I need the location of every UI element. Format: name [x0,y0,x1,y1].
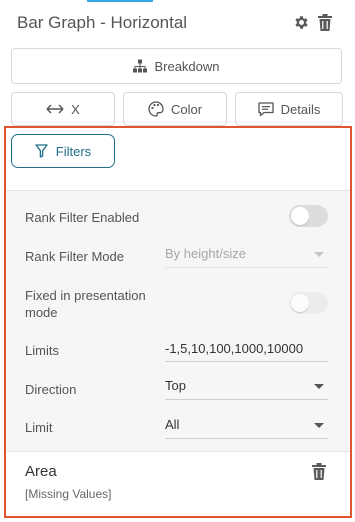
toggle-knob [291,207,309,225]
direction-select[interactable]: Top [165,375,328,400]
details-button[interactable]: Details [235,92,343,126]
chevron-down-icon [314,252,324,257]
panel-header: Bar Graph - Horizontal [17,12,337,34]
limit-select[interactable]: All [165,414,328,439]
trash-icon[interactable] [312,463,326,480]
breakdown-label: Breakdown [154,58,220,74]
limits-input[interactable] [165,337,325,359]
color-label: Color [170,101,203,117]
active-tab-indicator [87,0,153,2]
direction-label: Direction [25,382,77,397]
limits-label: Limits [25,343,59,358]
fixed-presentation-label-line2: mode [25,305,58,320]
area-subtitle: [Missing Values] [25,487,112,501]
details-label: Details [280,101,321,117]
limit-value: All [165,417,180,432]
gear-icon[interactable] [293,14,310,31]
x-axis-button[interactable]: X [11,92,115,126]
filters-section [6,190,350,452]
trash-icon[interactable] [318,14,332,31]
filter-icon [35,144,48,158]
horizontal-arrows-icon [46,104,64,114]
toggle-knob [291,294,309,312]
settings-panel: Bar Graph - Horizontal Breakdown X Color… [0,0,355,522]
color-button[interactable]: Color [123,92,227,126]
area-title: Area [25,463,57,480]
rank-filter-mode-select[interactable]: By height/size [165,243,328,268]
breakdown-button[interactable]: Breakdown [11,48,342,84]
filters-button[interactable]: Filters [11,134,115,168]
filters-label: Filters [55,143,92,159]
palette-icon [148,101,164,117]
rank-filter-mode-value: By height/size [165,246,246,261]
panel-title: Bar Graph - Horizontal [17,13,188,32]
rank-filter-enabled-label: Rank Filter Enabled [25,210,140,225]
rank-filter-mode-label: Rank Filter Mode [25,249,124,264]
hierarchy-icon [133,59,148,73]
x-axis-label: X [71,101,80,117]
fixed-presentation-label-line1: Fixed in presentation [25,288,146,303]
limits-field[interactable] [165,337,328,362]
rank-filter-enabled-toggle[interactable] [289,205,328,227]
comment-icon [257,101,274,116]
chevron-down-icon [314,423,324,428]
fixed-presentation-toggle[interactable] [289,292,328,314]
limit-label: Limit [25,420,53,435]
direction-value: Top [165,378,186,393]
chevron-down-icon [314,384,324,389]
